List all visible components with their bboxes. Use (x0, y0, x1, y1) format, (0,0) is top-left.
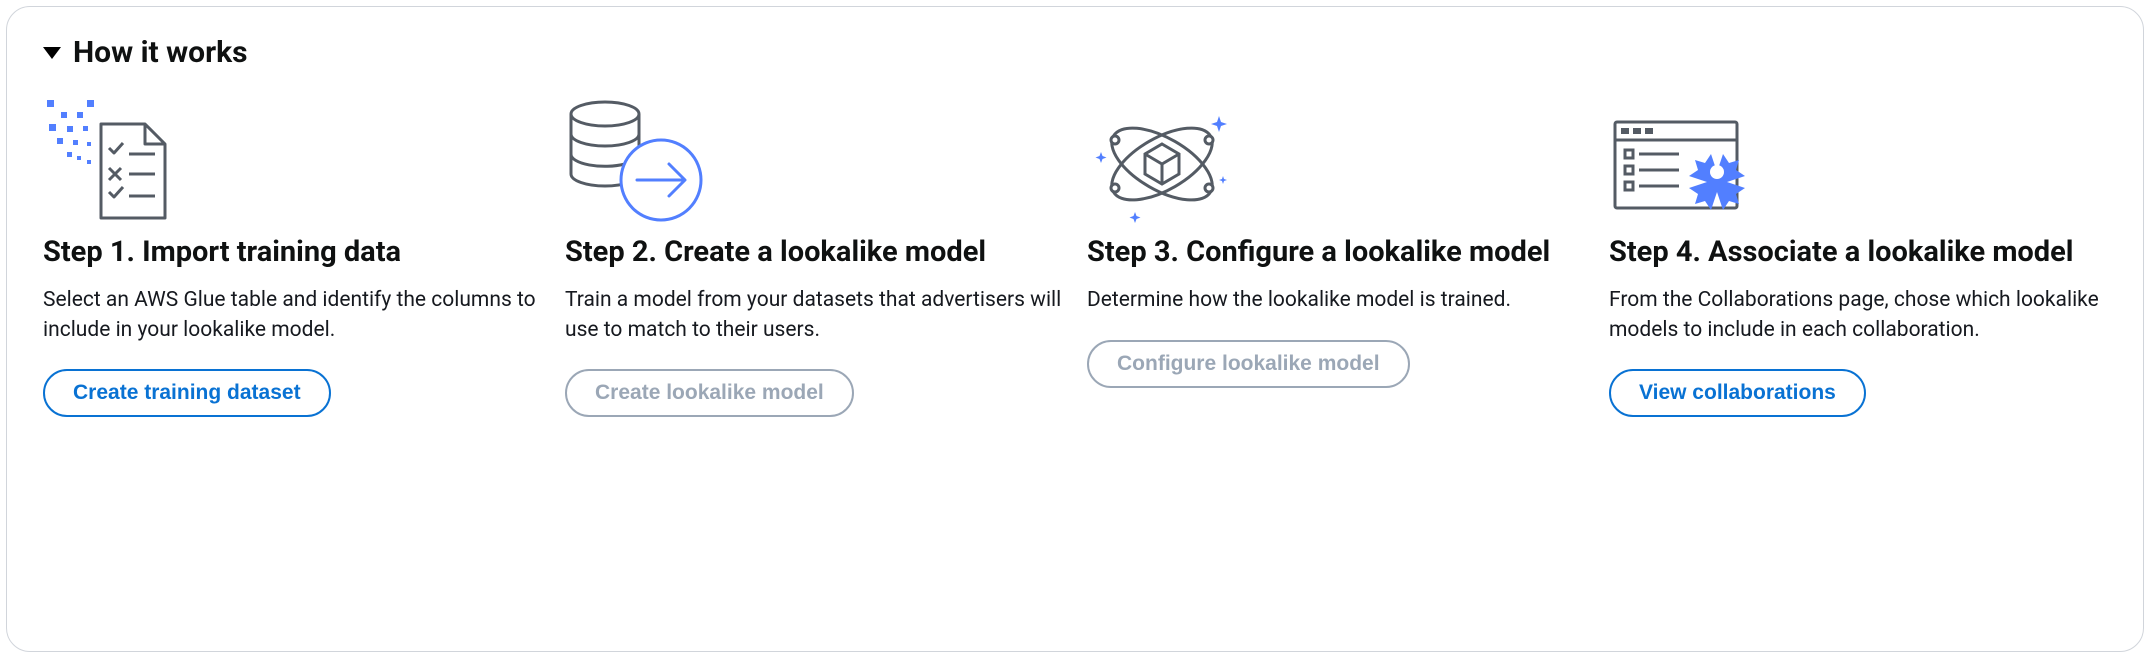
step-title: Step 1. Import training data (43, 234, 541, 270)
create-lookalike-model-button: Create lookalike model (565, 369, 854, 417)
step-desc: Select an AWS Glue table and identify th… (43, 286, 541, 345)
step-1: Step 1. Import training data Select an A… (43, 94, 541, 417)
panel-header[interactable]: How it works (43, 35, 2107, 70)
import-data-icon (43, 94, 541, 234)
step-title: Step 2. Create a lookalike model (565, 234, 1063, 270)
configure-lookalike-model-button: Configure lookalike model (1087, 340, 1410, 388)
caret-down-icon (43, 47, 61, 59)
steps-row: Step 1. Import training data Select an A… (43, 94, 2107, 417)
step-3: Step 3. Configure a lookalike model Dete… (1087, 94, 1585, 417)
step-4: Step 4. Associate a lookalike model From… (1609, 94, 2107, 417)
step-desc: Train a model from your datasets that ad… (565, 286, 1063, 345)
step-desc: Determine how the lookalike model is tra… (1087, 286, 1585, 315)
view-collaborations-button[interactable]: View collaborations (1609, 369, 1866, 417)
create-model-icon (565, 94, 1063, 234)
step-title: Step 3. Configure a lookalike model (1087, 234, 1585, 270)
step-title: Step 4. Associate a lookalike model (1609, 234, 2107, 270)
associate-model-icon (1609, 94, 2107, 234)
how-it-works-panel: How it works (6, 6, 2144, 652)
configure-model-icon (1087, 94, 1585, 234)
panel-title: How it works (73, 35, 248, 70)
create-training-dataset-button[interactable]: Create training dataset (43, 369, 331, 417)
step-desc: From the Collaborations page, chose whic… (1609, 286, 2107, 345)
step-2: Step 2. Create a lookalike model Train a… (565, 94, 1063, 417)
